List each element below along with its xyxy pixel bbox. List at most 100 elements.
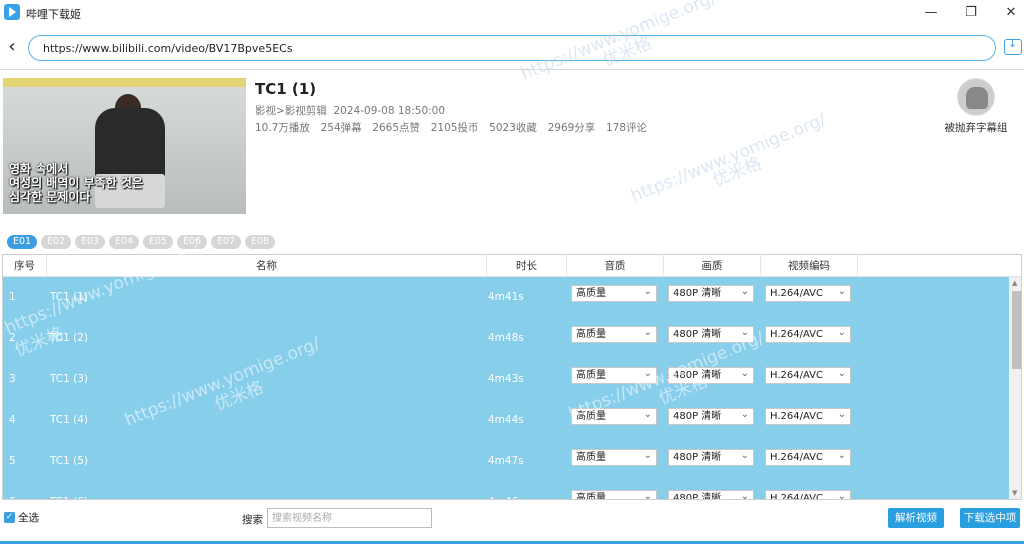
parse-video-button[interactable]: 解析视频	[888, 508, 944, 528]
video-quality-select[interactable]: 480P 清晰	[668, 407, 754, 425]
video-quality-value: 480P 清晰	[673, 452, 722, 463]
codec-select[interactable]: H.264/AVC	[765, 489, 851, 500]
uploader-name[interactable]: 被抛弃字幕组	[940, 120, 1012, 135]
audio-quality-value: 高质量	[576, 370, 606, 381]
table-row[interactable]: 1 TC1 (1) 4m41s 高质量 480P 清晰 H.264/AVC	[3, 277, 1009, 318]
video-category: 影视>影视剪辑 2024-09-08 18:50:00	[255, 103, 445, 118]
tab-e03[interactable]: E03	[75, 235, 105, 249]
codec-value: H.264/AVC	[770, 329, 824, 340]
row-duration: 4m48s	[488, 332, 524, 344]
search-label: 搜索	[242, 514, 263, 526]
row-index: 4	[9, 414, 16, 426]
table-header: 序号 名称 时长 音质 画质 视频编码	[3, 255, 1021, 277]
url-input[interactable]	[28, 35, 996, 61]
row-index: 5	[9, 455, 16, 467]
codec-select[interactable]: H.264/AVC	[765, 407, 851, 425]
video-quality-value: 480P 清晰	[673, 288, 722, 299]
tab-e02[interactable]: E02	[41, 235, 71, 249]
url-bar: ‹	[0, 28, 1024, 70]
video-quality-select[interactable]: 480P 清晰	[668, 489, 754, 500]
tab-e06[interactable]: E06	[177, 235, 207, 249]
table-row[interactable]: 4 TC1 (4) 4m44s 高质量 480P 清晰 H.264/AVC	[3, 400, 1009, 441]
publish-date: 2024-09-08 18:50:00	[333, 105, 446, 117]
codec-select[interactable]: H.264/AVC	[765, 284, 851, 302]
col-duration[interactable]: 时长	[487, 255, 567, 277]
footer-bar: ✓ 全选 搜索 解析视频 下载选中项	[0, 500, 1024, 544]
audio-quality-value: 高质量	[576, 452, 606, 463]
codec-value: H.264/AVC	[770, 411, 824, 422]
select-all-checkbox[interactable]: ✓	[4, 512, 15, 523]
audio-quality-select[interactable]: 高质量	[571, 448, 657, 466]
video-quality-value: 480P 清晰	[673, 493, 722, 500]
tab-e05[interactable]: E05	[143, 235, 173, 249]
col-video[interactable]: 画质	[664, 255, 761, 277]
row-index: 1	[9, 291, 16, 303]
row-index: 3	[9, 373, 16, 385]
audio-quality-value: 高质量	[576, 288, 606, 299]
video-quality-select[interactable]: 480P 清晰	[668, 284, 754, 302]
row-duration: 4m43s	[488, 373, 524, 385]
uploader[interactable]: 被抛弃字幕组	[940, 78, 1012, 135]
audio-quality-value: 高质量	[576, 493, 606, 500]
table-row[interactable]: 2 TC1 (2) 4m48s 高质量 480P 清晰 H.264/AVC	[3, 318, 1009, 359]
scroll-down-icon[interactable]: ▼	[1012, 489, 1017, 497]
codec-select[interactable]: H.264/AVC	[765, 325, 851, 343]
scroll-up-icon[interactable]: ▲	[1012, 279, 1017, 287]
audio-quality-value: 高质量	[576, 329, 606, 340]
back-button[interactable]: ‹	[4, 38, 20, 58]
video-quality-select[interactable]: 480P 清晰	[668, 448, 754, 466]
download-selected-button[interactable]: 下载选中项	[960, 508, 1020, 528]
row-name: TC1 (4)	[50, 414, 89, 426]
watermark-url: https://www.yomige.org/	[628, 109, 829, 207]
video-quality-value: 480P 清晰	[673, 370, 722, 381]
download-folder-icon[interactable]	[1004, 37, 1022, 55]
video-thumbnail: 영화 속에서 여성의 배역이 부족한 것은 심각한 문제이다	[3, 78, 246, 214]
video-quality-select[interactable]: 480P 清晰	[668, 325, 754, 343]
tab-e04[interactable]: E04	[109, 235, 139, 249]
stat-comments: 178评论	[606, 122, 648, 134]
category-text: 影视>影视剪辑	[255, 105, 327, 117]
video-quality-select[interactable]: 480P 清晰	[668, 366, 754, 384]
tab-e01[interactable]: E01	[7, 235, 37, 249]
codec-select[interactable]: H.264/AVC	[765, 366, 851, 384]
tab-e07[interactable]: E07	[211, 235, 241, 249]
col-codec[interactable]: 视频编码	[761, 255, 858, 277]
col-index[interactable]: 序号	[3, 255, 47, 277]
row-name: TC1 (1)	[50, 291, 89, 303]
row-duration: 4m44s	[488, 414, 524, 426]
video-quality-value: 480P 清晰	[673, 411, 722, 422]
video-table: 序号 名称 时长 音质 画质 视频编码 1 TC1 (1) 4m41s 高质量 480P…	[2, 254, 1022, 500]
row-duration: 4m41s	[488, 291, 524, 303]
audio-quality-value: 高质量	[576, 411, 606, 422]
avatar[interactable]	[957, 78, 995, 116]
row-duration: 4m47s	[488, 455, 524, 467]
stat-coins: 2105投币	[430, 122, 479, 134]
table-scrollbar[interactable]: ▲ ▼	[1009, 277, 1021, 499]
codec-value: H.264/AVC	[770, 493, 824, 500]
audio-quality-select[interactable]: 高质量	[571, 489, 657, 500]
video-title: TC1 (1)	[255, 80, 317, 98]
scroll-thumb[interactable]	[1012, 291, 1021, 369]
table-row[interactable]: 3 TC1 (3) 4m43s 高质量 480P 清晰 H.264/AVC	[3, 359, 1009, 400]
col-audio[interactable]: 音质	[567, 255, 664, 277]
audio-quality-select[interactable]: 高质量	[571, 407, 657, 425]
table-body: 1 TC1 (1) 4m41s 高质量 480P 清晰 H.264/AVC 2 TC1 (2)…	[3, 277, 1009, 500]
search-input[interactable]	[267, 508, 432, 528]
audio-quality-select[interactable]: 高质量	[571, 366, 657, 384]
select-all-label[interactable]: 全选	[18, 510, 39, 525]
tab-e08[interactable]: E08	[245, 235, 275, 249]
close-button[interactable]: ✕	[988, 0, 1024, 28]
col-name[interactable]: 名称	[47, 255, 487, 277]
title-bar: 哔哩下载姬 — ❐ ✕	[0, 0, 1024, 28]
row-index: 2	[9, 332, 16, 344]
codec-value: H.264/AVC	[770, 452, 824, 463]
stat-likes: 2665点赞	[372, 122, 421, 134]
audio-quality-select[interactable]: 高质量	[571, 284, 657, 302]
codec-select[interactable]: H.264/AVC	[765, 448, 851, 466]
video-quality-value: 480P 清晰	[673, 329, 722, 340]
audio-quality-select[interactable]: 高质量	[571, 325, 657, 343]
app-title: 哔哩下载姬	[26, 8, 81, 21]
table-row[interactable]: 6TC1 (6)4m46s高质量480P 清晰H.264/AVC	[3, 482, 1009, 500]
row-name: TC1 (2)	[50, 332, 89, 344]
table-row[interactable]: 5 TC1 (5) 4m47s 高质量 480P 清晰 H.264/AVC	[3, 441, 1009, 482]
